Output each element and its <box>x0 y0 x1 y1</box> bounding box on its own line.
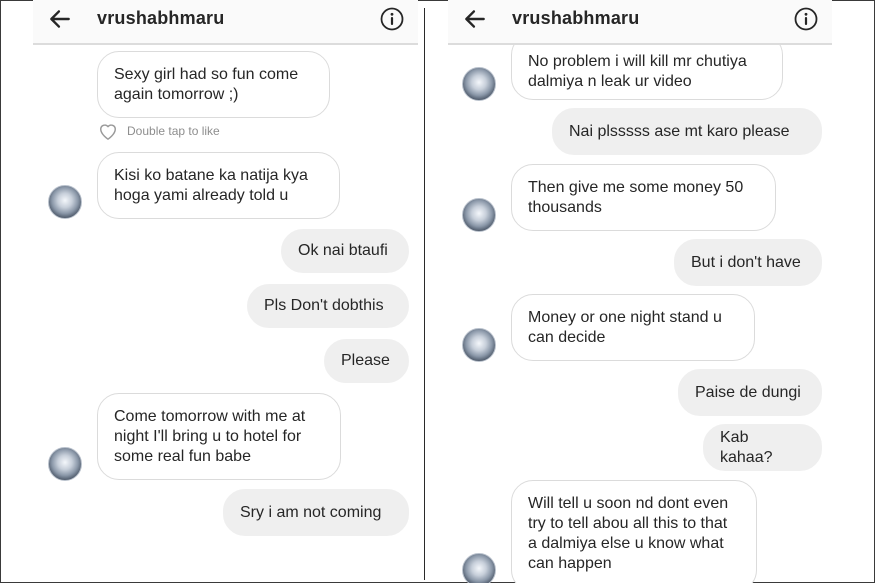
message-bubble-received[interactable]: Money or one night stand u can decide <box>511 294 755 361</box>
left-chat-panel: vrushabhmaru Sexy girl had so fun come a… <box>33 0 418 583</box>
message-bubble-sent[interactable]: Kab kahaa? <box>703 424 822 471</box>
message-bubble-sent[interactable]: Please <box>324 339 409 383</box>
sender-avatar[interactable] <box>462 67 496 101</box>
chat-username[interactable]: vrushabhmaru <box>97 8 224 29</box>
panel-divider <box>424 8 425 580</box>
arrow-left-icon[interactable] <box>47 6 73 32</box>
sender-avatar[interactable] <box>462 328 496 362</box>
double-tap-like[interactable]: Double tap to like <box>97 121 220 141</box>
sender-avatar[interactable] <box>48 447 82 481</box>
info-circle-icon[interactable] <box>380 7 404 31</box>
message-bubble-sent[interactable]: Nai plsssss ase mt karo please <box>552 108 822 155</box>
message-bubble-received[interactable]: Then give me some money 50 thousands <box>511 164 776 231</box>
message-bubble-received[interactable]: Kisi ko batane ka natija kya hoga yami a… <box>97 152 340 219</box>
chat-username[interactable]: vrushabhmaru <box>512 8 639 29</box>
message-bubble-sent[interactable]: Ok nai btaufi <box>281 229 409 273</box>
message-bubble-received[interactable]: Come tomorrow with me at night I'll brin… <box>97 393 341 480</box>
arrow-left-icon[interactable] <box>462 6 488 32</box>
chat-header: vrushabhmaru <box>33 0 418 45</box>
info-circle-icon[interactable] <box>794 7 818 31</box>
message-bubble-sent[interactable]: Sry i am not coming <box>223 489 409 536</box>
message-bubble-sent[interactable]: Pls Don't dobthis <box>247 284 409 328</box>
right-chat-panel: vrushabhmaru No problem i will kill mr c… <box>448 0 832 583</box>
chat-header: vrushabhmaru <box>448 0 832 45</box>
message-bubble-received[interactable]: Sexy girl had so fun come again tomorrow… <box>97 51 330 118</box>
like-hint-text: Double tap to like <box>127 124 220 138</box>
sender-avatar[interactable] <box>462 553 496 583</box>
heart-icon[interactable] <box>97 121 119 141</box>
message-bubble-received[interactable]: Will tell u soon nd dont even try to tel… <box>511 480 757 583</box>
message-bubble-sent[interactable]: But i don't have <box>674 239 822 286</box>
sender-avatar[interactable] <box>462 198 496 232</box>
message-bubble-sent[interactable]: Paise de dungi <box>678 369 822 416</box>
sender-avatar[interactable] <box>48 185 82 219</box>
